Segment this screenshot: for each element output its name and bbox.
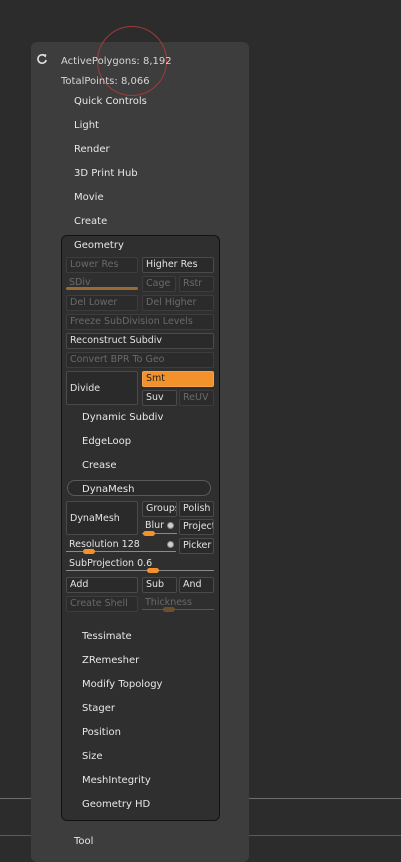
add-button[interactable]: Add — [66, 577, 138, 593]
geometry-title[interactable]: Geometry — [74, 240, 124, 251]
tessimate-item[interactable]: Tessimate — [82, 631, 132, 642]
menu-quick-controls[interactable]: Quick Controls — [74, 96, 147, 107]
cage-button[interactable]: Cage — [142, 276, 176, 292]
blur-slider-knob[interactable] — [143, 531, 155, 536]
divide-button[interactable]: Divide — [66, 371, 138, 405]
geometry-hd-item[interactable]: Geometry HD — [82, 799, 150, 810]
reconstruct-subdiv-button[interactable]: Reconstruct Subdiv — [66, 333, 214, 349]
menu-movie[interactable]: Movie — [74, 192, 104, 203]
convert-bpr-button[interactable]: Convert BPR To Geo — [66, 352, 214, 368]
resolution-slider-knob[interactable] — [83, 549, 95, 554]
project-toggle[interactable]: Project — [179, 519, 214, 535]
menu-render[interactable]: Render — [74, 144, 110, 155]
dynamic-subdiv-item[interactable]: Dynamic Subdiv — [82, 412, 163, 423]
divide-label: Divide — [70, 383, 101, 394]
edgeloop-item[interactable]: EdgeLoop — [82, 436, 131, 447]
crease-item[interactable]: Crease — [82, 460, 117, 471]
menu-3d-print-hub[interactable]: 3D Print Hub — [74, 168, 138, 179]
zremesher-item[interactable]: ZRemesher — [82, 655, 139, 666]
dynamesh-button[interactable]: DynaMesh — [66, 501, 138, 535]
total-points-label: TotalPoints: 8,066 — [61, 76, 150, 87]
lower-res-button[interactable]: Lower Res — [66, 257, 138, 273]
create-shell-button[interactable]: Create Shell — [66, 596, 138, 612]
rstr-button[interactable]: Rstr — [179, 276, 214, 292]
thickness-slider-knob[interactable] — [163, 607, 175, 612]
dynamesh-button-label: DynaMesh — [70, 513, 120, 524]
polish-toggle[interactable]: Polish — [179, 501, 214, 517]
position-item[interactable]: Position — [82, 727, 121, 738]
suv-toggle[interactable]: Suv — [142, 390, 177, 406]
blur-dot-icon — [167, 522, 174, 529]
smt-toggle[interactable]: Smt — [142, 371, 214, 387]
and-button[interactable]: And — [179, 577, 214, 593]
menu-tool[interactable]: Tool — [74, 836, 93, 847]
subprojection-slider-track — [66, 570, 214, 571]
picker-button[interactable]: Picker — [179, 538, 214, 554]
size-item[interactable]: Size — [82, 751, 103, 762]
active-polygons-label: ActivePolygons: 8,192 — [61, 56, 172, 67]
thickness-slider-track — [142, 609, 214, 610]
freeze-subdivision-button[interactable]: Freeze SubDivision Levels — [66, 314, 214, 330]
higher-res-button[interactable]: Higher Res — [142, 257, 214, 273]
modify-topology-item[interactable]: Modify Topology — [82, 679, 162, 690]
refresh-icon[interactable] — [36, 53, 48, 65]
del-higher-button[interactable]: Del Higher — [142, 295, 214, 311]
reuv-button[interactable]: ReUV — [179, 390, 214, 406]
dynamesh-header-label: DynaMesh — [82, 484, 135, 495]
groups-toggle[interactable]: Groups — [142, 501, 177, 517]
stager-item[interactable]: Stager — [82, 703, 115, 714]
subprojection-slider-knob[interactable] — [147, 568, 159, 573]
sub-button[interactable]: Sub — [142, 577, 177, 593]
resolution-dot-icon — [167, 541, 174, 548]
menu-create[interactable]: Create — [74, 216, 107, 227]
sdiv-slider-fill — [66, 287, 138, 290]
meshintegrity-item[interactable]: MeshIntegrity — [82, 775, 151, 786]
menu-light[interactable]: Light — [74, 120, 99, 131]
del-lower-button[interactable]: Del Lower — [66, 295, 138, 311]
